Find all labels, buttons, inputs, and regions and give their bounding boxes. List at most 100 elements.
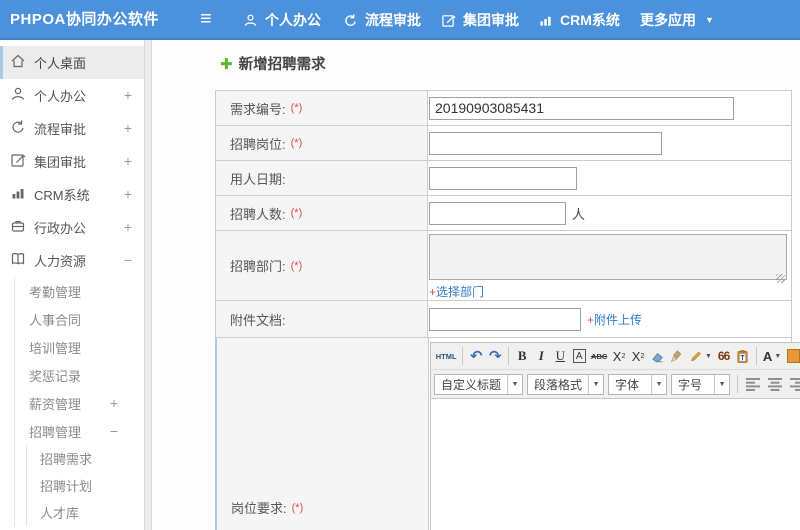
redo-button[interactable]: ↷ <box>486 345 504 367</box>
department-textarea[interactable] <box>429 234 787 280</box>
html-source-button[interactable]: HTML <box>434 345 458 367</box>
sidebar-item-personal-office[interactable]: 个人办公 + <box>0 79 144 112</box>
collapse-icon[interactable]: − <box>124 244 132 277</box>
resize-handle-icon[interactable] <box>776 274 785 283</box>
sidebar-item-workflow-approval[interactable]: 流程审批 + <box>0 112 144 145</box>
plus-icon: + <box>587 312 595 327</box>
topnav-label: 更多应用 <box>640 12 696 28</box>
underline-button[interactable]: U <box>551 345 569 367</box>
field-value-cell <box>428 96 791 120</box>
editor-content-area[interactable] <box>431 399 800 530</box>
field-label: 需求编号: (*) <box>216 91 428 125</box>
select-department-link[interactable]: +选择部门 <box>429 283 484 300</box>
pen-color-button[interactable]: ▼ <box>687 345 713 367</box>
sidebar-item-attendance-management[interactable]: 考勤管理 <box>15 277 144 305</box>
sidebar-item-recruitment-plan[interactable]: 招聘计划 <box>27 472 144 499</box>
expand-icon[interactable]: + <box>124 79 132 112</box>
rich-text-editor: HTML ↶ ↷ B I U A ABC X2 X2 ▼ 66 A ▼ 自定义标… <box>430 342 800 530</box>
expand-icon[interactable]: + <box>124 178 132 211</box>
brush-icon <box>671 349 682 362</box>
toolbar-separator <box>462 347 464 365</box>
superscript-button[interactable]: X2 <box>610 345 628 367</box>
background-color-button[interactable] <box>784 345 800 367</box>
app-brand: PHPOA协同办公软件 <box>10 11 159 28</box>
chevron-down-icon: ▼ <box>507 374 522 394</box>
custom-heading-dropdown[interactable]: 自定义标题 ▼ <box>434 373 524 395</box>
sidebar-item-salary-management[interactable]: 薪资管理 + <box>15 389 144 417</box>
sidebar-item-admin-office[interactable]: 行政办公 + <box>0 211 144 244</box>
align-center-icon <box>768 377 783 391</box>
subscript-button[interactable]: X2 <box>629 345 647 367</box>
topnav-personal-office[interactable]: 个人办公 <box>243 0 321 40</box>
requirement-no-input[interactable] <box>429 96 734 120</box>
add-plus-icon: ✚ <box>220 55 233 73</box>
required-mark: (*) <box>290 102 303 114</box>
required-mark: (*) <box>290 137 303 149</box>
sidebar-item-training-management[interactable]: 培训管理 <box>15 333 144 361</box>
home-icon <box>10 53 34 72</box>
border-text-button[interactable]: A <box>570 345 588 367</box>
format-brush-button[interactable] <box>668 345 687 367</box>
expand-icon[interactable]: + <box>124 112 132 145</box>
page-title: ✚ 新增招聘需求 <box>220 53 326 74</box>
font-family-dropdown[interactable]: 字体 ▼ <box>608 373 668 395</box>
paste-text-button[interactable] <box>734 345 753 367</box>
sidebar-item-label: 培训管理 <box>29 340 82 356</box>
topnav-group-approval[interactable]: 集团审批 <box>441 0 519 40</box>
topnav-crm-system[interactable]: CRM系统 <box>538 0 620 40</box>
position-input[interactable] <box>429 131 662 155</box>
paragraph-format-dropdown[interactable]: 段落格式 ▼ <box>527 373 605 395</box>
sidebar: 个人桌面 个人办公 + 流程审批 + 集团审批 + CRM系统 + 行政办公 +… <box>0 40 145 530</box>
page-title-text: 新增招聘需求 <box>238 57 326 73</box>
sidebar-item-recruitment-requirement[interactable]: 招聘需求 <box>27 445 144 472</box>
sidebar-item-reward-punishment[interactable]: 奖惩记录 <box>15 361 144 389</box>
font-color-button[interactable]: A ▼ <box>761 345 783 367</box>
sidebar-item-label: 考勤管理 <box>29 284 82 300</box>
strikethrough-button[interactable]: ABC <box>589 345 609 367</box>
blockquote-button[interactable]: 66 <box>715 345 733 367</box>
main-content: ✚ 新增招聘需求 需求编号: (*) 招聘岗位: (*) <box>152 40 800 530</box>
hire-date-input[interactable] <box>429 166 577 190</box>
align-right-button[interactable] <box>789 373 800 395</box>
hamburger-menu-icon[interactable]: ≡ <box>200 0 212 38</box>
person-icon <box>243 13 258 28</box>
italic-button[interactable]: I <box>532 345 550 367</box>
align-right-icon <box>790 377 800 391</box>
attachment-upload-link[interactable]: +附件上传 <box>587 311 642 328</box>
toolbar-separator <box>737 375 739 393</box>
field-value-cell: HTML ↶ ↷ B I U A ABC X2 X2 ▼ 66 A ▼ 自定义标… <box>429 338 800 530</box>
sidebar-item-label: 人才库 <box>40 506 80 521</box>
sidebar-item-label: 个人办公 <box>34 89 87 104</box>
bold-button[interactable]: B <box>513 345 531 367</box>
field-label: 用人日期: <box>216 161 428 195</box>
eraser-button[interactable] <box>648 345 667 367</box>
expand-icon[interactable]: + <box>124 211 132 244</box>
topnav-more-apps[interactable]: 更多应用 ▼ <box>640 0 714 40</box>
sidebar-item-crm-system[interactable]: CRM系统 + <box>0 178 144 211</box>
align-center-button[interactable] <box>767 373 785 395</box>
topnav-workflow-approval[interactable]: 流程审批 <box>343 0 421 40</box>
undo-button[interactable]: ↶ <box>467 345 485 367</box>
book-icon <box>10 251 34 270</box>
field-value-cell: +附件上传 <box>428 307 791 331</box>
field-label: 附件文档: <box>216 301 428 337</box>
sidebar-item-recruitment-management[interactable]: 招聘管理 − <box>15 417 144 445</box>
sidebar-item-personal-desktop[interactable]: 个人桌面 <box>0 46 144 79</box>
sidebar-item-human-resources[interactable]: 人力资源 − <box>0 244 144 277</box>
chevron-down-icon: ▼ <box>774 352 782 360</box>
sidebar-item-group-approval[interactable]: 集团审批 + <box>0 145 144 178</box>
form-row-requirement-no: 需求编号: (*) <box>215 91 792 126</box>
attachment-input[interactable] <box>429 307 581 331</box>
sidebar-item-hr-contract[interactable]: 人事合同 <box>15 305 144 333</box>
font-size-dropdown[interactable]: 字号 ▼ <box>671 373 731 395</box>
briefcase-icon <box>10 218 34 237</box>
align-left-button[interactable] <box>745 373 763 395</box>
sidebar-item-talent-pool[interactable]: 人才库 <box>27 499 144 526</box>
headcount-input[interactable] <box>429 201 566 225</box>
collapse-icon[interactable]: − <box>110 417 118 445</box>
sidebar-item-label: 招聘计划 <box>40 479 93 494</box>
edit-square-icon <box>10 152 34 171</box>
toolbar-separator <box>508 347 510 365</box>
expand-icon[interactable]: + <box>124 145 132 178</box>
expand-icon[interactable]: + <box>110 389 118 417</box>
